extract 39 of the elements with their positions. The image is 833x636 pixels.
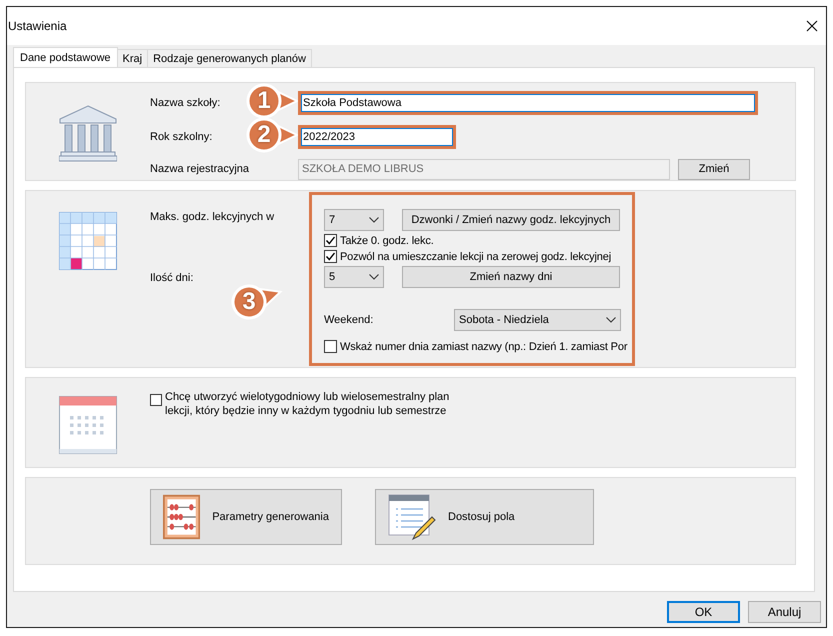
dropdown[interactable]: Sobota - Niedziela (454, 309, 621, 331)
chevron-icon (369, 217, 379, 223)
calendar-icon (59, 396, 117, 454)
form-edit-icon (388, 493, 436, 541)
tool-button[interactable]: Parametry generowania (150, 489, 342, 545)
field-label: Weekend: (324, 314, 374, 326)
abacus-icon (163, 492, 200, 542)
field-label: Ilość dni: (150, 272, 194, 284)
tool-button[interactable]: Dostosuj pola (375, 489, 594, 545)
checkbox[interactable] (150, 394, 162, 406)
dialog-button[interactable]: OK (667, 601, 740, 623)
field-label: Nazwa szkoły: (150, 96, 220, 108)
bells-button[interactable]: Dzwonki / Zmień nazwy godz. lekcyjnych (402, 209, 620, 231)
field-label: Nazwa rejestracyjna (150, 163, 250, 175)
school-year-field[interactable]: 2022/2023 (298, 124, 456, 148)
checkbox[interactable] (324, 340, 337, 353)
window-title: Ustawienia (8, 19, 67, 33)
dropdown[interactable]: 5 (324, 266, 384, 288)
checkbox-label: Chcę utworzyć wielotygodniowy lub wielosemestralny plan lekcji, który będzie inny w każdym tygodniu lub semestrze (165, 390, 450, 418)
tab[interactable]: Dane podstawowe (13, 47, 118, 67)
timetable-grid-icon (59, 212, 117, 270)
chevron-icon (606, 317, 616, 323)
checkbox-label: Wskaż numer dnia zamiast nazwy (np.: Dzień 1. zamiast Por (340, 340, 628, 352)
checkbox-label: Pozwól na umieszczanie lekcji na zerowej godz. lekcyjnej (340, 250, 612, 262)
dropdown[interactable]: 7 (324, 209, 384, 231)
tab[interactable]: Rodzaje generowanych planów (147, 49, 312, 67)
rename-days-button[interactable]: Zmień nazwy dni (402, 266, 620, 288)
checkbox-label: Także 0. godz. lekc. (340, 234, 434, 246)
building-icon (59, 105, 117, 162)
dialog-button[interactable]: Anuluj (748, 601, 821, 623)
chevron-icon (369, 274, 379, 280)
checkbox[interactable] (324, 250, 337, 263)
checkbox[interactable] (324, 234, 337, 247)
tab[interactable]: Kraj (116, 49, 148, 67)
close-icon[interactable] (806, 20, 818, 32)
field-label: Rok szkolny: (150, 130, 212, 142)
school-name-field[interactable]: Szkoła Podstawowa (298, 90, 758, 114)
change-button[interactable]: Zmień (678, 158, 750, 180)
field-label: Maks. godz. lekcyjnych w (150, 211, 274, 223)
